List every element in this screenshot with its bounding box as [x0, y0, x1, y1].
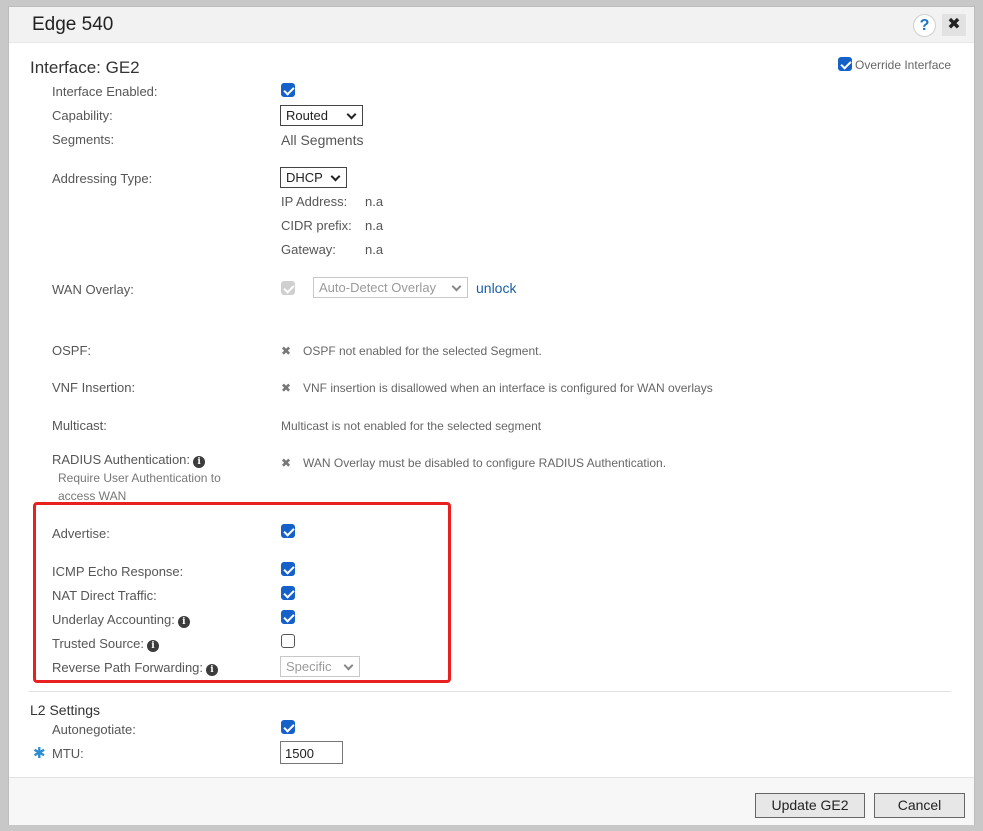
advertise-checkbox[interactable]: [281, 524, 295, 538]
mtu-input[interactable]: 1500: [280, 741, 343, 764]
vnf-insertion-note: VNF insertion is disallowed when an inte…: [303, 381, 713, 395]
cancel-button[interactable]: Cancel: [874, 793, 965, 818]
underlay-accounting-label: Underlay Accounting:: [52, 612, 175, 627]
autonegotiate-checkbox[interactable]: [281, 720, 295, 734]
chevron-down-icon: [346, 109, 357, 120]
trusted-source-checkbox[interactable]: [281, 634, 295, 648]
rpf-label: Reverse Path Forwarding:: [52, 660, 204, 675]
advertise-label: Advertise:: [52, 526, 110, 541]
trusted-source-label: Trusted Source:: [52, 636, 145, 651]
rpf-value: Specific: [286, 659, 332, 674]
gateway-value: n.a: [365, 242, 384, 257]
nat-direct-label: NAT Direct Traffic:: [52, 588, 157, 603]
mtu-label: MTU:: [52, 746, 84, 761]
segments-value: All Segments: [281, 132, 364, 148]
addressing-type-select[interactable]: DHCP: [280, 167, 347, 188]
ospf-note: OSPF not enabled for the selected Segmen…: [303, 344, 542, 358]
trusted-source-row: Trusted Source: i: [52, 636, 160, 652]
capability-select[interactable]: Routed: [280, 105, 363, 126]
unlock-link[interactable]: unlock: [476, 280, 516, 296]
info-icon[interactable]: i: [177, 616, 190, 628]
chevron-down-icon: [343, 660, 354, 671]
capability-label: Capability:: [52, 108, 113, 123]
override-interface-checkbox[interactable]: [838, 57, 852, 71]
info-icon[interactable]: i: [147, 640, 160, 652]
segments-label: Segments:: [52, 132, 115, 147]
info-icon[interactable]: i: [193, 456, 206, 468]
dialog-titlebar: Edge 540 ? ✖: [9, 7, 974, 43]
override-interface-label: Override Interface: [855, 58, 952, 72]
wan-overlay-label: WAN Overlay:: [52, 282, 134, 297]
radius-note: WAN Overlay must be disabled to configur…: [303, 456, 667, 470]
autonegotiate-label: Autonegotiate:: [52, 722, 136, 737]
required-icon: ✱: [33, 745, 46, 762]
chevron-down-icon: [451, 281, 462, 292]
addressing-type-value: DHCP: [286, 170, 323, 185]
update-button[interactable]: Update GE2: [755, 793, 865, 818]
radius-label-row: RADIUS Authentication: i: [52, 452, 206, 468]
addressing-type-label: Addressing Type:: [52, 171, 153, 186]
divider: [29, 691, 951, 692]
ip-address-value: n.a: [365, 194, 384, 209]
edge-dialog: Edge 540 ? ✖ Interface: GE2 Override Int…: [8, 6, 975, 825]
info-icon[interactable]: i: [206, 664, 219, 676]
gateway-label: Gateway:: [281, 242, 336, 257]
x-icon: ✖: [281, 381, 292, 395]
icmp-echo-checkbox[interactable]: [281, 562, 295, 576]
x-icon: ✖: [281, 344, 292, 358]
help-icon[interactable]: ?: [913, 14, 936, 37]
multicast-label: Multicast:: [52, 418, 107, 433]
underlay-accounting-row: Underlay Accounting: i: [52, 612, 190, 628]
cidr-prefix-label: CIDR prefix:: [281, 218, 352, 233]
radius-sublabel: Require User Authentication to access WA…: [58, 471, 221, 503]
ospf-label: OSPF:: [52, 343, 92, 358]
interface-heading: Interface: GE2: [30, 58, 140, 77]
rpf-row: Reverse Path Forwarding: i: [52, 660, 219, 676]
icmp-echo-label: ICMP Echo Response:: [52, 564, 184, 579]
vnf-insertion-label: VNF Insertion:: [52, 380, 136, 395]
cidr-prefix-value: n.a: [365, 218, 384, 233]
wan-overlay-select[interactable]: Auto-Detect Overlay: [313, 277, 468, 298]
wan-overlay-checkbox[interactable]: [281, 281, 295, 295]
capability-value: Routed: [286, 108, 328, 123]
nat-direct-checkbox[interactable]: [281, 586, 295, 600]
radius-label: RADIUS Authentication:: [52, 452, 191, 467]
multicast-note: Multicast is not enabled for the selecte…: [281, 419, 542, 433]
interface-enabled-label: Interface Enabled:: [52, 84, 158, 99]
chevron-down-icon: [330, 171, 341, 182]
interface-enabled-checkbox[interactable]: [281, 83, 295, 97]
dialog-title: Edge 540: [32, 14, 114, 35]
l2-settings-heading: L2 Settings: [30, 702, 101, 718]
wan-overlay-value: Auto-Detect Overlay: [319, 280, 437, 295]
dialog-footer: Update GE2 Cancel: [9, 777, 974, 825]
x-icon: ✖: [281, 456, 292, 470]
underlay-accounting-checkbox[interactable]: [281, 610, 295, 624]
ip-address-label: IP Address:: [281, 194, 348, 209]
close-icon[interactable]: ✖: [942, 14, 966, 36]
rpf-select[interactable]: Specific: [280, 656, 360, 677]
